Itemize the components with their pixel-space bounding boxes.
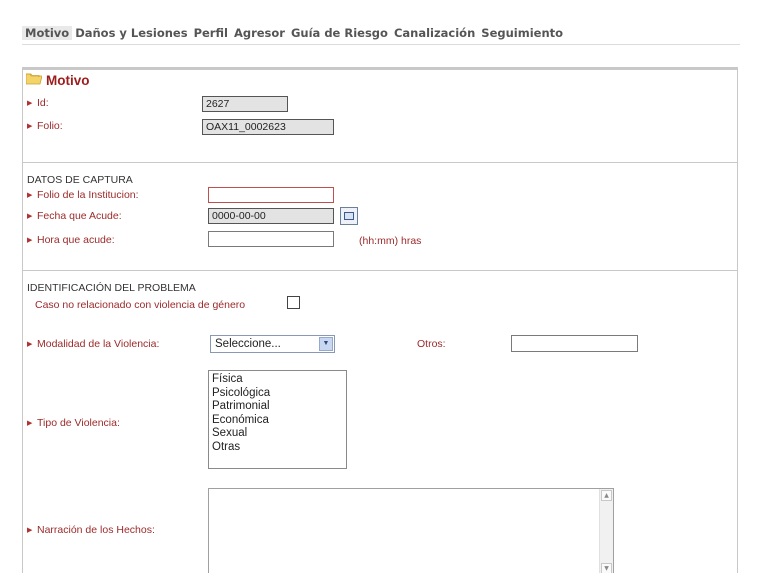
tab-seguimiento[interactable]: Seguimiento <box>478 26 566 40</box>
datos-captura-heading: DATOS DE CAPTURA <box>27 174 133 186</box>
panel-title: Motivo <box>46 73 90 88</box>
scroll-up-icon[interactable]: ▲ <box>601 490 612 501</box>
section-divider <box>23 270 737 271</box>
calendar-button[interactable] <box>340 207 358 225</box>
tab-perfil[interactable]: Perfil <box>191 26 231 40</box>
modalidad-select[interactable]: Seleccione... ▼ <box>210 335 335 353</box>
otros-label: Otros: <box>417 338 446 350</box>
section-divider <box>23 162 737 163</box>
id-field[interactable]: 2627 <box>202 96 288 112</box>
fecha-acude-input[interactable]: 0000-00-00 <box>208 208 334 224</box>
bullet-arrow-icon: ▶ <box>27 237 33 244</box>
calendar-icon <box>344 212 354 220</box>
hora-acude-label: ▶ Hora que acude: <box>27 234 115 246</box>
tab-danos-lesiones[interactable]: Daños y Lesiones <box>72 26 190 40</box>
bullet-arrow-icon: ▶ <box>27 341 33 348</box>
tab-bar: Motivo Daños y Lesiones Perfil Agresor G… <box>22 22 566 44</box>
hora-acude-input[interactable] <box>208 231 334 247</box>
no-relacionado-checkbox[interactable] <box>287 296 300 309</box>
otros-input[interactable] <box>511 335 638 352</box>
tipo-violencia-label: ▶ Tipo de Violencia: <box>27 417 120 429</box>
tab-canalizacion[interactable]: Canalización <box>391 26 478 40</box>
list-item[interactable]: Sexual <box>212 427 343 441</box>
narracion-textarea[interactable]: ▲ ▼ <box>208 488 614 573</box>
tab-motivo[interactable]: Motivo <box>22 26 73 40</box>
panel-header: Motivo <box>23 70 737 92</box>
bullet-arrow-icon: ▶ <box>27 527 33 534</box>
tab-agresor[interactable]: Agresor <box>231 26 288 40</box>
modalidad-label: ▶ Modalidad de la Violencia: <box>27 338 160 350</box>
folio-label: ▶ Folio: <box>27 120 63 132</box>
list-item[interactable]: Económica <box>212 414 343 428</box>
bullet-arrow-icon: ▶ <box>27 123 33 130</box>
folio-field[interactable]: OAX11_0002623 <box>202 119 334 135</box>
scrollbar[interactable]: ▲ ▼ <box>599 489 613 573</box>
list-item[interactable]: Psicológica <box>212 387 343 401</box>
list-item[interactable]: Patrimonial <box>212 400 343 414</box>
scroll-down-icon[interactable]: ▼ <box>601 563 612 573</box>
modalidad-selected-value: Seleccione... <box>215 338 281 350</box>
bullet-arrow-icon: ▶ <box>27 192 33 199</box>
bullet-arrow-icon: ▶ <box>27 100 33 107</box>
tab-divider <box>22 44 740 45</box>
list-item[interactable]: Otras <box>212 441 343 455</box>
no-relacionado-label: Caso no relacionado con violencia de gén… <box>35 299 246 311</box>
bullet-arrow-icon: ▶ <box>27 213 33 220</box>
fecha-acude-label: ▶ Fecha que Acude: <box>27 210 122 222</box>
folder-icon <box>26 73 42 85</box>
identificacion-heading: IDENTIFICACIÓN DEL PROBLEMA <box>27 282 196 294</box>
folio-institucion-input[interactable] <box>208 187 334 203</box>
id-label: ▶ Id: <box>27 97 49 109</box>
motivo-panel: Motivo ▶ Id: 2627 ▶ Folio: OAX11_0002623 D… <box>22 67 738 573</box>
hora-format-hint: (hh:mm) hras <box>359 235 422 247</box>
tipo-violencia-listbox[interactable]: Física Psicológica Patrimonial Económica… <box>208 370 347 469</box>
list-item[interactable]: Física <box>212 373 343 387</box>
folio-institucion-label: ▶ Folio de la Institucion: <box>27 189 139 201</box>
chevron-down-icon[interactable]: ▼ <box>319 337 333 351</box>
tab-guia-riesgo[interactable]: Guía de Riesgo <box>288 26 391 40</box>
bullet-arrow-icon: ▶ <box>27 420 33 427</box>
narracion-label: ▶ Narración de los Hechos: <box>27 524 155 536</box>
